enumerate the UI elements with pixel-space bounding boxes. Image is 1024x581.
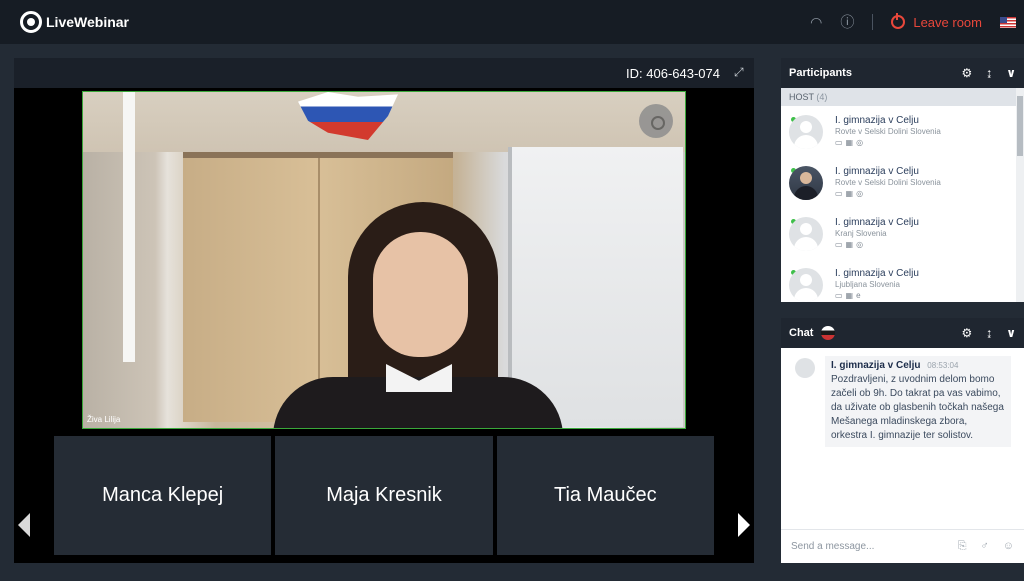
wifi-icon[interactable]: ◠	[810, 14, 822, 31]
participant-tile[interactable]: Maja Kresnik	[275, 436, 493, 555]
participant-tiles: Manca Klepej Maja Kresnik Tia Maučec	[54, 436, 714, 555]
participant-location: Kranj Slovenia	[835, 229, 887, 238]
power-icon	[891, 13, 906, 29]
chevron-down-icon[interactable]: ∨	[1006, 326, 1016, 340]
pin-icon[interactable]: ↨	[986, 66, 992, 80]
stage: Živa Lilija Manca Klepej Maja Kresnik Ti…	[14, 88, 754, 563]
gear-icon[interactable]: ⚙	[961, 326, 972, 340]
chat-input-bar: ⎘ ♂ ☺	[781, 529, 1024, 563]
previous-tiles-arrow-icon[interactable]	[18, 513, 30, 537]
app-title: LiveWebinar	[46, 14, 129, 30]
topbar-actions: ◠ ⓘ Leave room	[810, 0, 1016, 44]
divider	[872, 14, 874, 30]
message-text: Pozdravljeni, z uvodnim delom bomo začel…	[831, 374, 1004, 441]
message-author: I. gimnazija v Celju	[831, 360, 921, 371]
room-id: ID: 406-643-074	[626, 66, 720, 81]
participant-item[interactable]: I. gimnazija v Celju Ljubljana Slovenia …	[781, 259, 1024, 302]
participants-title: Participants	[789, 67, 852, 79]
participant-item[interactable]: I. gimnazija v Celju Kranj Slovenia ▭▦◎	[781, 208, 1024, 259]
device-icons: ▭▦◎	[835, 189, 867, 198]
info-icon[interactable]: ⓘ	[840, 12, 854, 32]
fullscreen-icon[interactable]: ⤢	[734, 66, 746, 78]
stage-container: ID: 406-643-074 ⤢ Živa Lilija Manca Klep…	[14, 58, 754, 563]
avatar	[789, 217, 823, 251]
chat-header: Chat ⚙ ↨ ∨	[781, 318, 1024, 348]
host-label: HOST	[789, 92, 814, 102]
participant-location: Rovte v Selski Dolini Slovenia	[835, 178, 941, 187]
top-bar: LiveWebinar ◠ ⓘ Leave room	[0, 0, 1024, 44]
video-person	[373, 232, 468, 357]
participants-list: I. gimnazija v Celju Rovte v Selski Doli…	[781, 106, 1024, 302]
microphone-icon[interactable]: ♂	[981, 540, 989, 553]
avatar	[789, 115, 823, 149]
pin-icon[interactable]: ↨	[986, 326, 992, 340]
chat-language-flag-icon[interactable]	[821, 326, 836, 340]
participant-location: Rovte v Selski Dolini Slovenia	[835, 127, 941, 136]
avatar	[789, 166, 823, 200]
video-background	[123, 92, 135, 362]
participant-name: I. gimnazija v Celju	[835, 217, 919, 228]
chevron-down-icon[interactable]: ∨	[1006, 66, 1016, 80]
gear-icon[interactable]: ⚙	[961, 66, 972, 80]
device-icons: ▭▦e	[835, 291, 864, 300]
app-logo: LiveWebinar	[20, 11, 129, 33]
language-flag-icon[interactable]	[1000, 16, 1016, 28]
message-time: 08:53:04	[927, 361, 959, 370]
scroll-thumb[interactable]	[1017, 96, 1023, 156]
host-group-header[interactable]: HOST (4)	[781, 88, 1024, 106]
chat-messages: I. gimnazija v Celju 08:53:04 Pozdravlje…	[781, 348, 1024, 529]
chat-panel: Chat ⚙ ↨ ∨ I. gimnazija v Celju 08:53:04…	[781, 318, 1024, 563]
avatar	[795, 358, 815, 378]
video-speaker-name: Živa Lilija	[87, 415, 121, 424]
chat-title: Chat	[789, 327, 814, 339]
participant-location: Ljubljana Slovenia	[835, 280, 900, 289]
next-tiles-arrow-icon[interactable]	[738, 513, 750, 537]
leave-room-button[interactable]: Leave room	[891, 13, 982, 30]
participant-tile[interactable]: Manca Klepej	[54, 436, 272, 555]
device-icons: ▭▦◎	[835, 240, 867, 249]
leave-room-label: Leave room	[913, 14, 982, 30]
participants-scrollbar[interactable]	[1016, 88, 1024, 302]
participants-panel: Participants ⚙ ↨ ∨ HOST (4) I. gimnazija…	[781, 58, 1024, 302]
host-count: (4)	[816, 92, 828, 102]
participants-header: Participants ⚙ ↨ ∨	[781, 58, 1024, 88]
chat-message: I. gimnazija v Celju 08:53:04 Pozdravlje…	[825, 356, 1011, 447]
emoji-icon[interactable]: ☺	[1003, 540, 1014, 553]
participant-item[interactable]: I. gimnazija v Celju Rovte v Selski Doli…	[781, 106, 1024, 157]
device-icons: ▭▦◎	[835, 138, 867, 147]
participant-tile[interactable]: Tia Maučec	[496, 436, 714, 555]
participant-name: I. gimnazija v Celju	[835, 166, 919, 177]
attachment-icon[interactable]: ⎘	[958, 540, 967, 553]
participant-name: I. gimnazija v Celju	[835, 268, 919, 279]
chat-message-input[interactable]	[791, 541, 941, 552]
logo-icon	[20, 11, 42, 33]
video-settings-button[interactable]	[639, 104, 673, 138]
main-video[interactable]: Živa Lilija	[82, 91, 686, 429]
participant-name: I. gimnazija v Celju	[835, 115, 919, 126]
avatar	[789, 268, 823, 302]
participant-item[interactable]: I. gimnazija v Celju Rovte v Selski Doli…	[781, 157, 1024, 208]
